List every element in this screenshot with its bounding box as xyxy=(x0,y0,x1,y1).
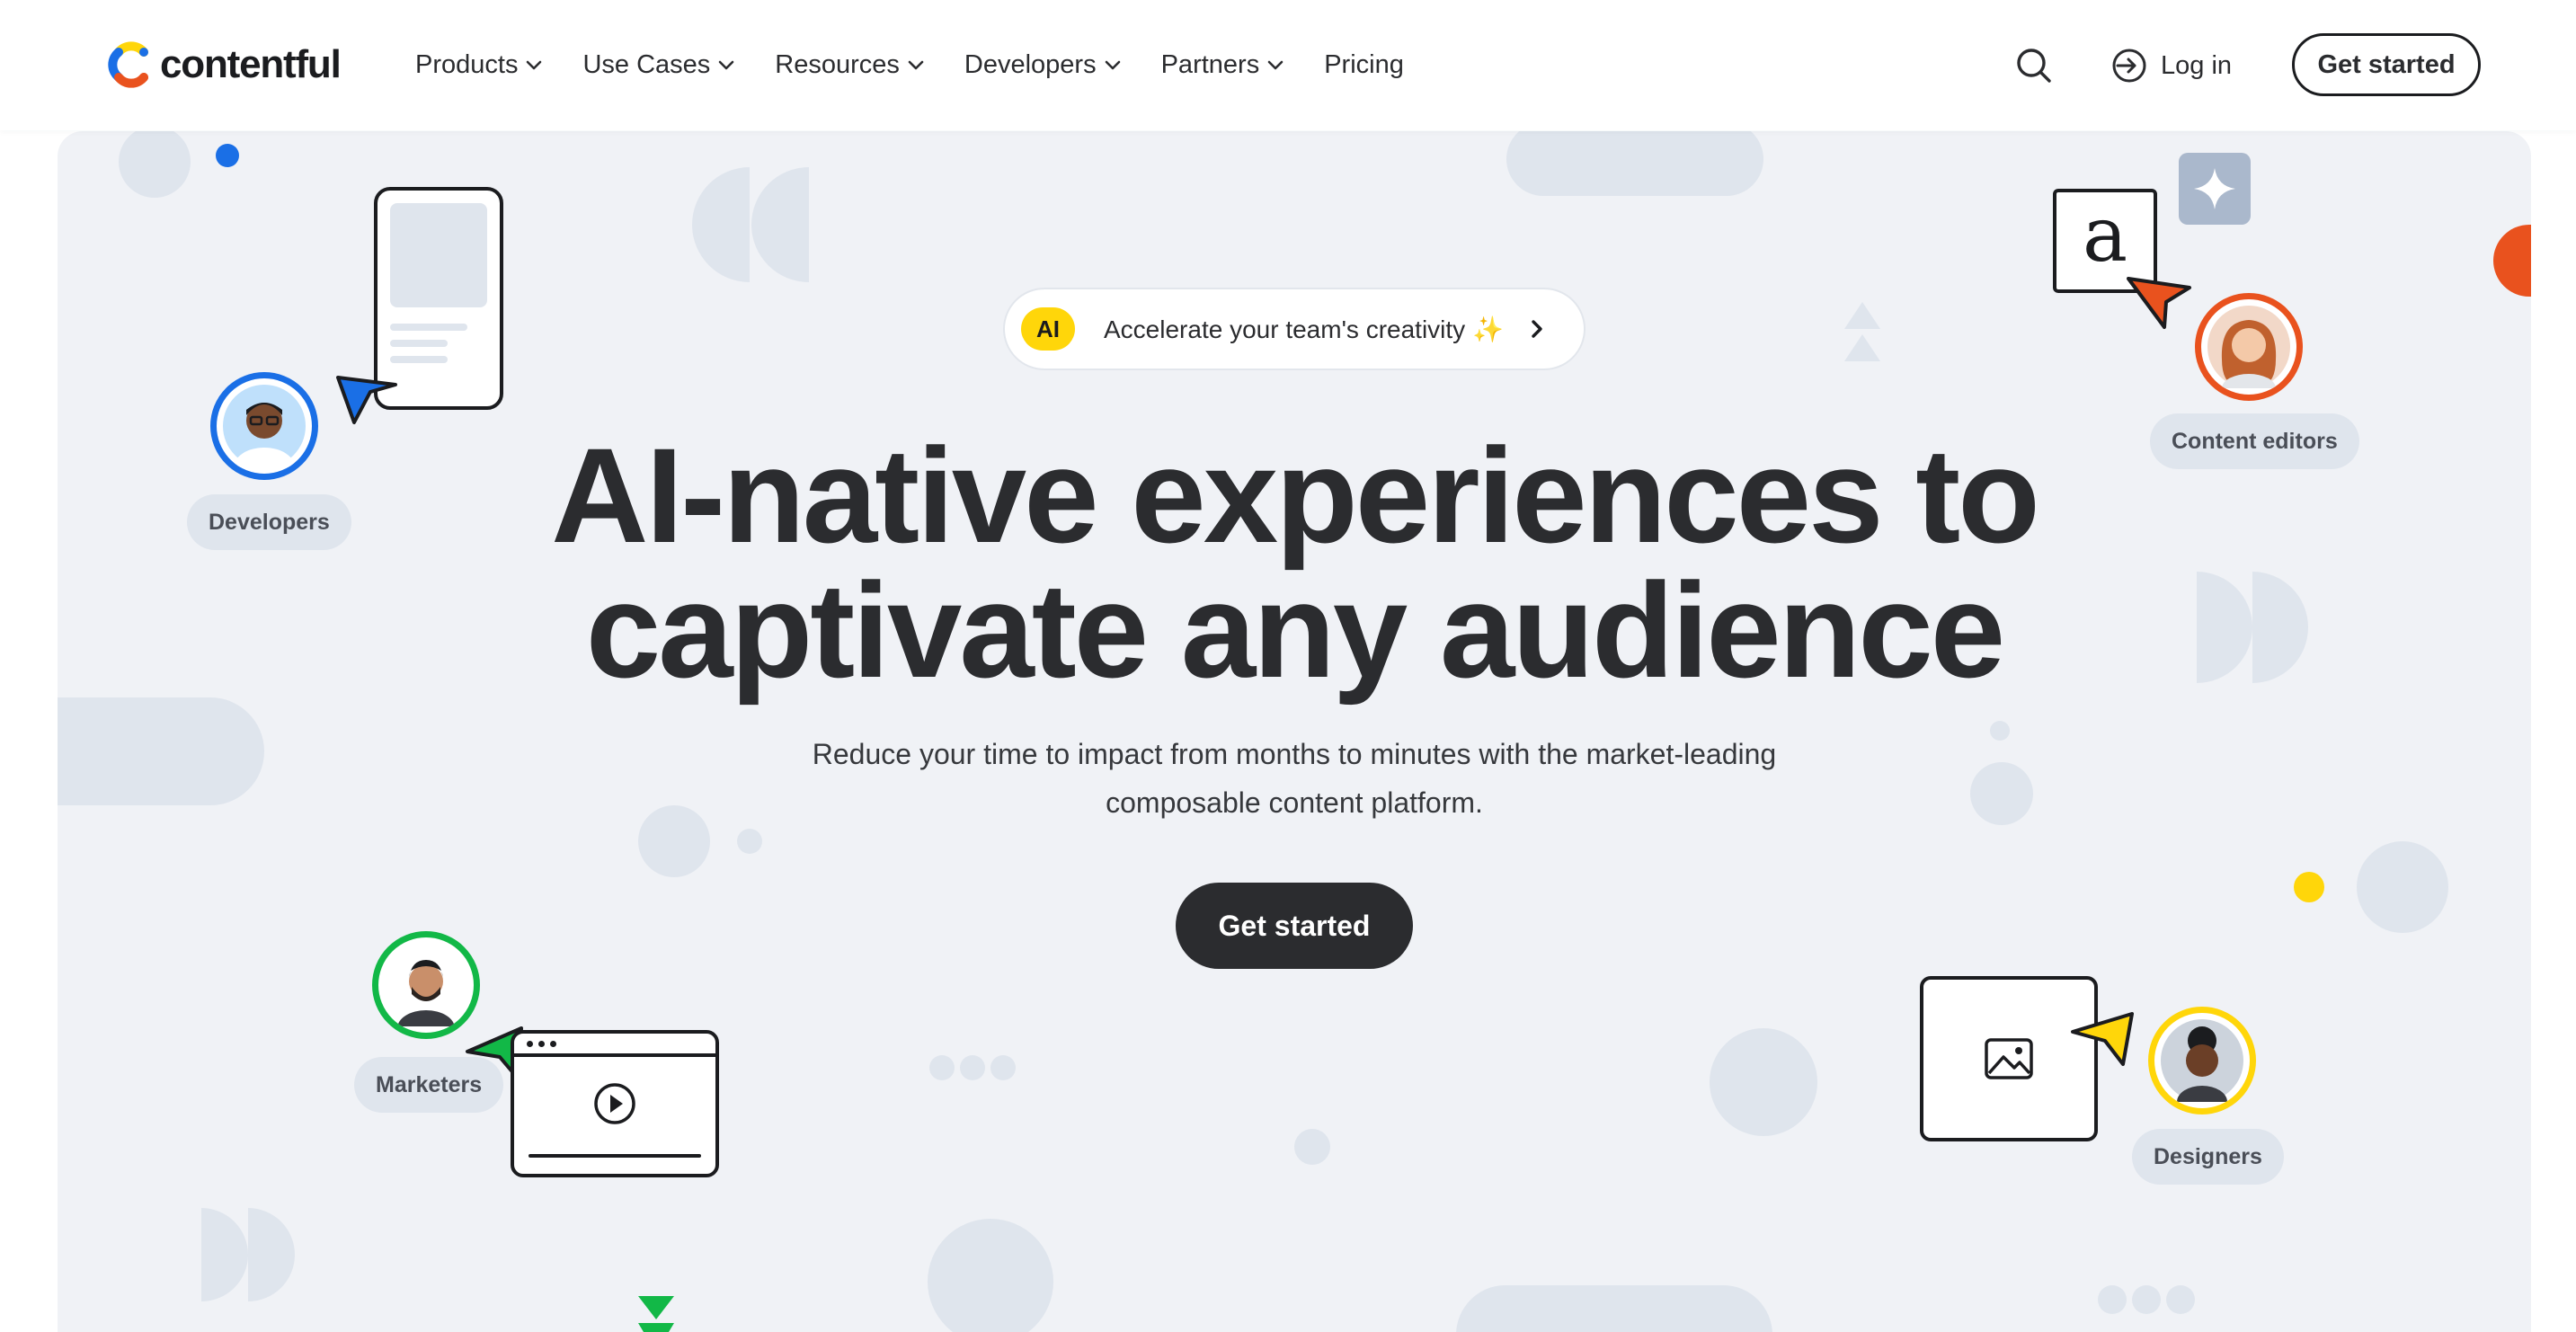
top-navigation: contentful Products Use Cases Resources … xyxy=(0,0,2576,130)
persona-label-designers: Designers xyxy=(2132,1129,2284,1185)
play-icon xyxy=(594,1083,635,1124)
decor-circle xyxy=(119,131,191,198)
contentful-logo-icon xyxy=(108,41,148,88)
decor-circle xyxy=(1710,1028,1817,1136)
nav-item-label: Use Cases xyxy=(582,49,711,79)
login-icon xyxy=(2112,49,2146,83)
login-label: Log in xyxy=(2161,50,2233,80)
video-player-card xyxy=(511,1030,719,1177)
nav-item-pricing[interactable]: Pricing xyxy=(1324,50,1404,80)
nav-item-products[interactable]: Products xyxy=(415,50,545,80)
decor-dot-blue xyxy=(216,144,239,167)
nav-item-label: Resources xyxy=(775,49,900,79)
decor-circle xyxy=(638,805,710,877)
decor-dot-yellow xyxy=(2294,872,2324,902)
chevron-down-icon xyxy=(908,60,924,70)
search-button[interactable] xyxy=(2013,45,2055,86)
nav-item-label: Partners xyxy=(1160,49,1260,79)
decor-dot-orange xyxy=(2493,225,2531,297)
decor-triangles-green xyxy=(638,1296,674,1332)
decor-half-circles xyxy=(201,1208,295,1301)
hero-subheadline: Reduce your time to impact from months t… xyxy=(755,730,1834,827)
person-avatar-icon xyxy=(385,944,467,1026)
hero-section: Developers a Content editors Marketers D… xyxy=(58,131,2531,1332)
decor-triangles xyxy=(1844,302,1880,361)
chevron-down-icon xyxy=(718,60,734,70)
decor-circle xyxy=(1970,762,2033,825)
decor-circle xyxy=(2357,841,2448,933)
ai-sparkle-tile xyxy=(2179,153,2251,225)
nav-item-developers[interactable]: Developers xyxy=(964,50,1124,80)
nav-item-resources[interactable]: Resources xyxy=(775,50,927,80)
decor-dots xyxy=(2098,1285,2195,1314)
brand-name: contentful xyxy=(160,42,342,86)
card-letter: a xyxy=(2082,191,2128,279)
image-icon xyxy=(1985,1038,2033,1079)
content-editor-avatar xyxy=(2195,293,2303,401)
ai-badge: AI xyxy=(1021,307,1075,351)
nav-item-label: Developers xyxy=(964,49,1097,79)
headline-line-2: captivate any audience xyxy=(585,555,2005,706)
nav-item-label: Products xyxy=(415,49,519,79)
announcement-text: Accelerate your team's creativity ✨ xyxy=(1104,315,1504,343)
decor-pill xyxy=(1506,131,1763,196)
designer-avatar xyxy=(2148,1007,2256,1114)
chevron-down-icon xyxy=(1105,60,1120,70)
nav-item-label: Pricing xyxy=(1324,49,1404,79)
contentful-logo[interactable]: contentful xyxy=(108,38,342,92)
chevron-down-icon xyxy=(1267,60,1284,70)
sparkle-icon xyxy=(2194,168,2235,209)
announcement-pill[interactable]: AI Accelerate your team's creativity ✨ xyxy=(1003,288,1586,370)
decor-half-circles xyxy=(692,167,809,282)
decor-pill xyxy=(58,697,264,805)
headline-line-1: AI-native experiences to xyxy=(551,420,2040,571)
decor-circle xyxy=(1990,721,2010,741)
person-avatar-icon xyxy=(2161,1019,2243,1102)
get-started-nav-button[interactable]: Get started xyxy=(2292,33,2481,96)
get-started-hero-button[interactable]: Get started xyxy=(1176,883,1413,969)
cursor-arrow-orange-icon xyxy=(2127,277,2191,329)
search-icon xyxy=(2017,49,2051,83)
marketer-avatar xyxy=(372,931,480,1039)
decor-circle xyxy=(928,1219,1053,1332)
nav-item-partners[interactable]: Partners xyxy=(1161,50,1287,80)
chevron-right-icon xyxy=(1532,320,1542,338)
hero-headline: AI-native experiences to captivate any a… xyxy=(58,428,2531,697)
decor-pill xyxy=(1456,1285,1772,1332)
main-menu: Products Use Cases Resources Developers … xyxy=(415,40,1442,90)
person-avatar-icon xyxy=(2207,306,2290,388)
login-link[interactable]: Log in xyxy=(2110,43,2232,88)
decor-dots xyxy=(929,1055,1016,1080)
nav-item-use-cases[interactable]: Use Cases xyxy=(582,50,737,80)
subline-line-2: composable content platform. xyxy=(1106,786,1483,819)
decor-circle xyxy=(1294,1129,1330,1165)
subline-line-1: Reduce your time to impact from months t… xyxy=(812,738,1777,770)
chevron-down-icon xyxy=(527,60,542,70)
cursor-arrow-blue-icon xyxy=(336,376,397,424)
decor-circle xyxy=(737,829,762,854)
cursor-arrow-yellow-icon xyxy=(2071,1012,2134,1066)
